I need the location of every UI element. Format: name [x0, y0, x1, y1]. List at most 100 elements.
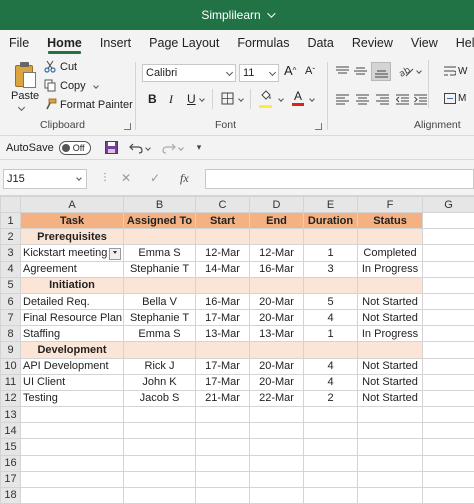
- cell[interactable]: [195, 406, 250, 424]
- column-header[interactable]: F: [357, 195, 423, 214]
- chevron-down-icon[interactable]: [76, 175, 82, 181]
- status-cell[interactable]: Not Started: [357, 292, 423, 311]
- cell[interactable]: [422, 438, 474, 456]
- start-cell[interactable]: 17-Mar: [195, 309, 250, 327]
- customize-toolbar-icon[interactable]: ▾: [197, 142, 202, 153]
- cell[interactable]: [422, 325, 474, 343]
- status-cell[interactable]: In Progress: [357, 325, 423, 343]
- cell[interactable]: [20, 454, 124, 472]
- font-color-button[interactable]: A: [292, 89, 304, 109]
- orientation-icon[interactable]: ab: [398, 64, 414, 78]
- insert-function-icon[interactable]: fx: [180, 171, 189, 186]
- align-top-icon[interactable]: [336, 66, 349, 77]
- cell[interactable]: [422, 389, 474, 408]
- cell[interactable]: [20, 422, 124, 440]
- align-left-icon[interactable]: [336, 94, 349, 105]
- cell[interactable]: [249, 438, 304, 456]
- cell[interactable]: [20, 438, 124, 456]
- section-cell[interactable]: [123, 228, 196, 246]
- column-header[interactable]: C: [195, 195, 250, 214]
- tab-insert[interactable]: Insert: [91, 30, 140, 56]
- bold-button[interactable]: B: [148, 92, 157, 106]
- borders-icon[interactable]: [221, 92, 234, 105]
- assigned-cell[interactable]: Rick J: [123, 357, 196, 375]
- section-cell[interactable]: [195, 276, 250, 294]
- fill-color-dropdown-icon[interactable]: [278, 96, 284, 102]
- tab-file[interactable]: File: [0, 30, 38, 56]
- end-cell[interactable]: 20-Mar: [249, 309, 304, 327]
- wrap-text-button[interactable]: W: [444, 66, 467, 77]
- format-painter-button[interactable]: Format Painter: [44, 98, 133, 111]
- section-cell[interactable]: Prerequisites: [20, 228, 124, 246]
- select-all-corner[interactable]: [0, 195, 21, 214]
- task-cell[interactable]: Detailed Req.: [20, 292, 124, 311]
- cell[interactable]: [422, 228, 474, 246]
- row-header[interactable]: 3: [0, 244, 21, 262]
- row-header[interactable]: 2: [0, 228, 21, 246]
- cell[interactable]: [123, 422, 196, 440]
- cell[interactable]: [422, 470, 474, 488]
- task-cell[interactable]: API Development: [20, 357, 124, 375]
- assigned-cell[interactable]: Emma S: [123, 325, 196, 343]
- row-header[interactable]: 13: [0, 406, 21, 424]
- column-header[interactable]: A: [20, 195, 124, 214]
- align-bottom-button[interactable]: [371, 62, 391, 81]
- column-header[interactable]: G: [422, 195, 474, 214]
- row-header[interactable]: 14: [0, 422, 21, 440]
- tab-help[interactable]: Help: [447, 30, 474, 56]
- cell[interactable]: [195, 438, 250, 456]
- duration-cell[interactable]: 2: [303, 389, 358, 408]
- cell[interactable]: [422, 422, 474, 440]
- row-header[interactable]: 12: [0, 389, 21, 408]
- task-cell[interactable]: Testing: [20, 389, 124, 408]
- cell[interactable]: [422, 406, 474, 424]
- section-cell[interactable]: [249, 341, 304, 359]
- increase-indent-icon[interactable]: [414, 94, 427, 105]
- font-size-select[interactable]: 11: [239, 64, 279, 82]
- cell[interactable]: [422, 373, 474, 391]
- cell[interactable]: [422, 309, 474, 327]
- chevron-down-icon[interactable]: [266, 9, 276, 18]
- section-cell[interactable]: [357, 341, 423, 359]
- cell[interactable]: [422, 260, 474, 278]
- fill-color-button[interactable]: [259, 90, 273, 108]
- cell[interactable]: [303, 406, 358, 424]
- copy-dropdown-icon[interactable]: [92, 82, 99, 89]
- shrink-font-button[interactable]: Aˇ: [305, 65, 315, 77]
- section-cell[interactable]: [357, 228, 423, 246]
- cell[interactable]: [422, 341, 474, 359]
- tab-review[interactable]: Review: [343, 30, 402, 56]
- assigned-cell[interactable]: Emma S: [123, 244, 196, 262]
- cell[interactable]: [422, 486, 474, 504]
- column-header[interactable]: B: [123, 195, 196, 214]
- cell[interactable]: [357, 406, 423, 424]
- status-cell[interactable]: Completed: [357, 244, 423, 262]
- start-cell[interactable]: 12-Mar: [195, 244, 250, 262]
- cell[interactable]: [357, 438, 423, 456]
- assigned-cell[interactable]: John K: [123, 373, 196, 391]
- cancel-icon[interactable]: ✕: [121, 171, 131, 185]
- duration-cell[interactable]: 3: [303, 260, 358, 278]
- status-cell[interactable]: Not Started: [357, 309, 423, 327]
- status-cell[interactable]: Not Started: [357, 389, 423, 408]
- cell-dropdown-icon[interactable]: [109, 247, 121, 260]
- row-header[interactable]: 5: [0, 276, 21, 294]
- align-right-icon[interactable]: [376, 94, 389, 105]
- end-cell[interactable]: 16-Mar: [249, 260, 304, 278]
- cell[interactable]: [357, 470, 423, 488]
- cut-button[interactable]: Cut: [44, 60, 77, 73]
- borders-dropdown-icon[interactable]: [238, 96, 244, 102]
- cell[interactable]: [249, 470, 304, 488]
- cell[interactable]: [303, 486, 358, 504]
- align-middle-icon[interactable]: [354, 66, 367, 77]
- task-cell[interactable]: Final Resource Plan: [20, 309, 124, 327]
- section-cell[interactable]: [249, 276, 304, 294]
- row-header[interactable]: 6: [0, 292, 21, 311]
- status-cell[interactable]: Not Started: [357, 373, 423, 391]
- cell[interactable]: [20, 486, 124, 504]
- merge-center-button[interactable]: M: [444, 93, 466, 104]
- header-start[interactable]: Start: [195, 212, 250, 230]
- row-header[interactable]: 7: [0, 309, 21, 327]
- name-box[interactable]: J15: [3, 169, 87, 189]
- header-assigned-to[interactable]: Assigned To: [123, 212, 196, 230]
